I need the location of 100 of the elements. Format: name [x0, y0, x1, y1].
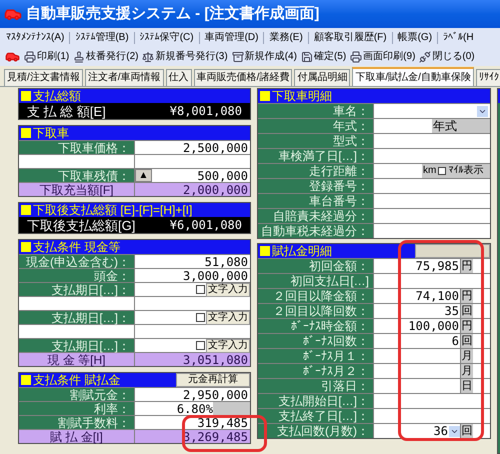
value-field[interactable] — [374, 134, 490, 148]
text-input-button[interactable]: 文字入力 — [206, 338, 250, 352]
checkbox[interactable] — [196, 313, 205, 322]
menu-item[interactable]: ﾗﾍﾞﾙ(H — [443, 32, 474, 42]
text-field[interactable] — [374, 164, 422, 178]
field-label: 支払期日[…]： — [19, 339, 135, 352]
dropdown-field[interactable]: 36 — [374, 424, 460, 438]
panel-title: 支払条件 賦払金 — [33, 374, 120, 386]
tab[interactable]: 見積/注文書情報 — [4, 69, 83, 86]
unit-label: 円 — [460, 289, 473, 303]
unit-label: 回 — [460, 424, 473, 438]
field-label: 自動車税未経過分： — [258, 224, 374, 238]
field-label: 走行距離： — [258, 164, 374, 178]
amount-field[interactable]: 2,950,000 — [135, 388, 250, 401]
tab[interactable]: 車両販売価格/諸経費 — [194, 69, 292, 86]
field-label: 登録番号： — [258, 179, 374, 193]
value-field[interactable]: 35 — [374, 304, 460, 318]
amount-field[interactable]: 2,500,000 — [135, 141, 250, 154]
header-button[interactable] — [415, 244, 490, 258]
dropdown-field[interactable] — [374, 104, 490, 118]
date-field[interactable]: 文字入力 — [135, 339, 250, 352]
value-field[interactable] — [374, 149, 490, 163]
menu-item[interactable]: ｼｽﾃﾑ管理(B) — [75, 32, 129, 42]
value-field[interactable] — [374, 394, 490, 408]
square-icon — [21, 205, 31, 215]
panel-title: 下取車 — [33, 127, 69, 139]
tab[interactable]: 下取車/賦払金/自動車保険 — [352, 67, 474, 86]
scale-icon — [142, 50, 154, 62]
value-field[interactable] — [374, 379, 460, 393]
value-field[interactable]: 74,100 — [374, 289, 460, 303]
menu-item[interactable]: 帳票(G) — [398, 32, 432, 42]
amount-field[interactable]: 3,000,000 — [135, 269, 250, 282]
menu-item[interactable]: 車両管理(D) — [204, 32, 258, 42]
total-value: ¥8,001,080 — [170, 105, 242, 117]
square-icon — [260, 91, 270, 101]
field-label: 車台番号： — [258, 194, 374, 208]
value-field[interactable] — [374, 364, 460, 378]
total-label: 下取後支払総額[G] — [27, 218, 136, 232]
toolbar-button[interactable]: 印刷(1) — [24, 50, 70, 62]
value-field[interactable]: 100,000 — [374, 319, 460, 333]
checkbox[interactable] — [196, 285, 205, 294]
menu-item[interactable]: 顧客取引履歴(F) — [314, 32, 387, 42]
blank-field[interactable] — [135, 325, 250, 338]
field-label: 利率： — [19, 402, 135, 415]
value-field[interactable]: 75,985 — [374, 259, 460, 273]
sum-value: 3,269,485 — [135, 430, 250, 443]
text-input-button[interactable]: 文字入力 — [206, 310, 250, 324]
menu-item[interactable]: ﾏｽﾀﾒﾝﾃﾅﾝｽ(A) — [6, 32, 64, 42]
field-label: 賦 払 金[I] — [19, 430, 135, 443]
save-icon — [300, 50, 313, 62]
field-label: 支払期日[…]： — [19, 283, 135, 296]
chevron-down-icon — [477, 106, 488, 116]
total-value: ¥6,001,080 — [170, 219, 242, 231]
triangle-button[interactable]: ▲ — [135, 169, 152, 182]
menu-item[interactable]: ｼｽﾃﾑ保守(C) — [140, 32, 194, 42]
field-label: 型式： — [258, 134, 374, 148]
value-field[interactable] — [374, 224, 490, 238]
field-label: 割賦元金： — [19, 388, 135, 401]
value-field[interactable] — [374, 179, 490, 193]
amount-field[interactable]: 500,000 — [152, 169, 250, 182]
rate-field[interactable]: 6.80% — [135, 402, 213, 415]
toolbar-button[interactable]: 画面印刷(9) — [350, 50, 416, 62]
field-label: 下取車残債： — [19, 169, 135, 182]
value-field[interactable] — [374, 274, 490, 288]
field-label: 初回支払日[…] — [258, 274, 374, 288]
tab[interactable]: 仕入 — [166, 69, 192, 86]
field-label: 現金(申込金含む)： — [19, 255, 135, 268]
checkbox[interactable] — [438, 167, 446, 175]
toolbar-button[interactable]: 枝番発行(2) — [73, 50, 138, 62]
field-label: ２回目以降回数： — [258, 304, 374, 318]
value-field[interactable] — [374, 409, 490, 423]
text-input-button[interactable]: 文字入力 — [206, 282, 250, 296]
date-field[interactable]: 文字入力 — [135, 283, 250, 296]
toolbar-button[interactable]: 新規作成(4) — [232, 50, 297, 62]
value-field[interactable] — [374, 194, 490, 208]
recalculate-button[interactable]: 元金再計算 — [176, 373, 250, 387]
date-field[interactable]: 文字入力 — [135, 311, 250, 324]
square-icon — [21, 375, 31, 385]
value-field[interactable]: 6 — [374, 334, 460, 348]
toolbar-button[interactable]: 閉じる(0) — [419, 50, 475, 62]
tab[interactable]: 付属品明細 — [294, 69, 350, 86]
square-icon — [21, 91, 31, 101]
tab[interactable]: 注文者/車両情報 — [84, 69, 164, 86]
field-label: 引落日： — [258, 379, 374, 393]
field-label: 支払終了日[…]： — [258, 409, 374, 423]
field-label: ２回目以降金額： — [258, 289, 374, 303]
value-field[interactable] — [374, 209, 490, 223]
value-field[interactable] — [374, 349, 460, 363]
field-label: ﾎﾞｰﾅｽ回数： — [258, 334, 374, 348]
blank-field[interactable] — [135, 297, 250, 310]
field-label: 現 金 等[H] — [19, 353, 135, 366]
toolbar-button[interactable]: 確定(5) — [300, 50, 346, 62]
checkbox[interactable] — [196, 341, 205, 350]
text-field[interactable] — [374, 119, 432, 133]
unit-label: 円 — [460, 259, 473, 273]
blank-field[interactable] — [135, 155, 250, 168]
menu-item[interactable]: 業務(E) — [269, 32, 303, 42]
tab[interactable]: ﾘｻｲｸ — [476, 69, 500, 86]
amount-field[interactable]: 51,080 — [135, 255, 250, 268]
toolbar-button[interactable]: 新規番号発行(3) — [142, 50, 228, 62]
